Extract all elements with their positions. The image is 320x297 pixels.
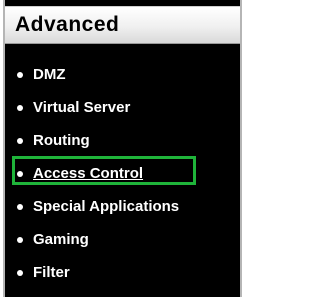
bullet-icon <box>17 71 23 78</box>
menu-item-virtual-server[interactable]: Virtual Server <box>5 91 240 124</box>
menu-item-special-applications[interactable]: Special Applications <box>5 190 240 223</box>
menu-item-gaming[interactable]: Gaming <box>5 223 240 256</box>
bullet-icon <box>17 269 23 276</box>
bullet-icon <box>17 236 23 243</box>
menu-item-label: Gaming <box>33 231 89 248</box>
advanced-menu-panel: Advanced DMZ Virtual Server Routing Acce… <box>3 0 242 297</box>
bullet-icon <box>17 104 23 111</box>
section-header: Advanced <box>5 6 240 44</box>
menu-item-label: DMZ <box>33 66 66 83</box>
bullet-icon <box>17 137 23 144</box>
menu-item-routing[interactable]: Routing <box>5 124 240 157</box>
bullet-icon <box>17 170 23 177</box>
menu-item-label: Virtual Server <box>33 99 131 116</box>
menu-item-label: Filter <box>33 264 70 281</box>
menu-item-dmz[interactable]: DMZ <box>5 58 240 91</box>
menu-item-label: Access Control <box>33 165 144 182</box>
advanced-menu: DMZ Virtual Server Routing Access Contro… <box>5 58 240 289</box>
menu-item-filter[interactable]: Filter <box>5 256 240 289</box>
menu-item-label: Special Applications <box>33 198 180 215</box>
menu-item-access-control[interactable]: Access Control <box>5 156 240 190</box>
bullet-icon <box>17 203 23 210</box>
section-title: Advanced <box>15 13 120 36</box>
menu-item-label: Routing <box>33 132 90 149</box>
